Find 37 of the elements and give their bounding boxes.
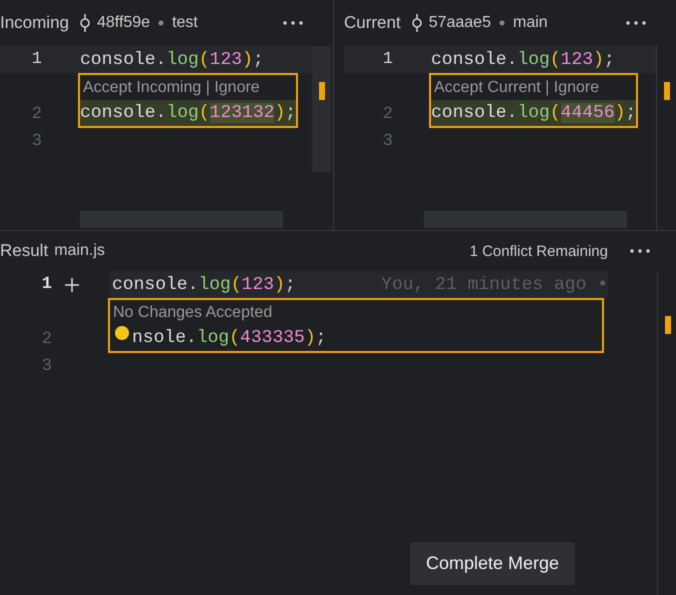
pane-title: Current xyxy=(344,13,401,33)
branch-name: test xyxy=(172,14,198,32)
commit-hash: 57aaae5 xyxy=(428,14,491,32)
more-icon[interactable] xyxy=(630,249,650,253)
pane-title: Incoming xyxy=(0,13,69,33)
blame-annotation: You, 21 minutes ago • xyxy=(381,274,608,294)
conflict-marker xyxy=(319,82,325,100)
code-line: console.log(123); xyxy=(112,274,296,294)
line-number: 3 xyxy=(382,132,394,151)
line-number: 3 xyxy=(40,357,53,376)
more-icon[interactable] xyxy=(626,21,646,25)
file-name: main.js xyxy=(54,242,105,260)
scrollbar[interactable] xyxy=(312,46,331,172)
code-line: nsole.log(433335); xyxy=(132,327,326,350)
branch-name: main xyxy=(512,14,548,32)
dot-icon xyxy=(158,20,164,26)
line-number: 1 xyxy=(30,50,43,69)
dot-icon xyxy=(498,20,505,26)
plus-icon[interactable] xyxy=(64,276,80,292)
commit-hash: 48ff59e xyxy=(96,14,150,32)
conflict-marker xyxy=(664,82,670,100)
line-number: 2 xyxy=(382,104,394,126)
pane-title: Result xyxy=(0,241,48,261)
line-number: 2 xyxy=(40,329,53,351)
line-number: 2 xyxy=(30,104,43,126)
more-icon[interactable] xyxy=(283,21,303,25)
lightbulb-icon[interactable] xyxy=(114,325,130,341)
line-number: 3 xyxy=(30,132,43,151)
code-line: console.log(123); xyxy=(431,50,615,70)
conflict-marker xyxy=(665,316,671,334)
line-number: 1 xyxy=(382,50,394,69)
line-number: 1 xyxy=(40,275,53,294)
commit-icon xyxy=(78,13,91,33)
complete-merge-button[interactable]: Complete Merge xyxy=(410,542,576,585)
conflict-count: 1 Conflict Remaining xyxy=(470,242,608,260)
commit-icon xyxy=(410,13,423,33)
code-line: console.log(123); xyxy=(80,50,264,70)
